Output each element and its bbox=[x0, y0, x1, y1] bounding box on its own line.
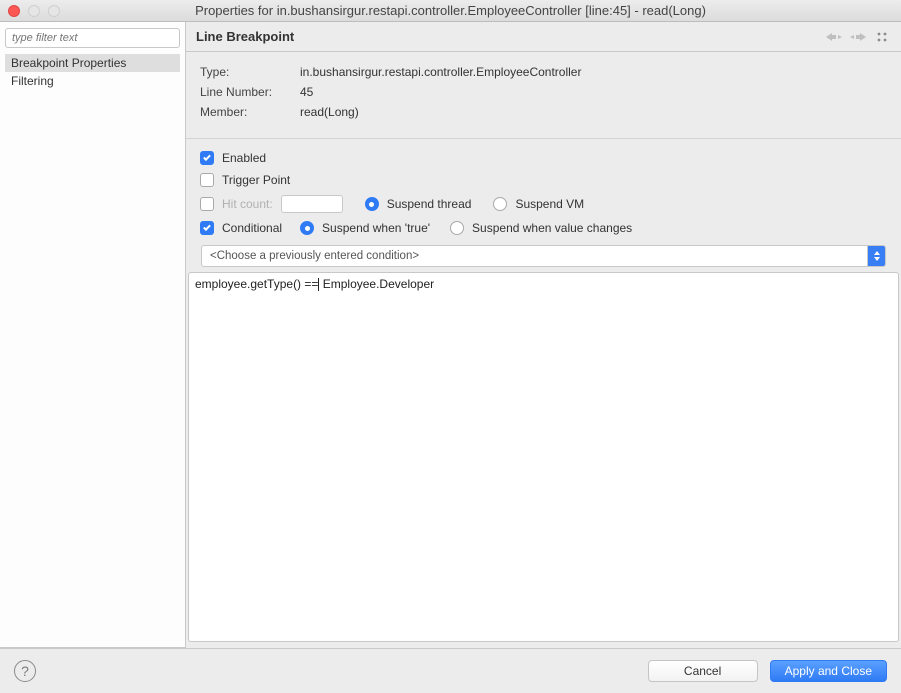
suspend-true-label: Suspend when 'true' bbox=[322, 221, 430, 235]
condition-code-post: Employee.Developer bbox=[319, 277, 434, 291]
suspend-thread-label: Suspend thread bbox=[387, 197, 472, 211]
filter-input[interactable] bbox=[5, 28, 180, 48]
hit-count-label: Hit count: bbox=[222, 197, 273, 211]
window-controls bbox=[8, 5, 60, 17]
suspend-vm-label: Suspend VM bbox=[515, 197, 584, 211]
minimize-window-button[interactable] bbox=[28, 5, 40, 17]
dialog-footer: ? Cancel Apply and Close bbox=[0, 649, 901, 693]
suspend-change-radio[interactable] bbox=[450, 221, 464, 235]
sidebar-item-filtering[interactable]: Filtering bbox=[5, 72, 180, 90]
window-titlebar: Properties for in.bushansirgur.restapi.c… bbox=[0, 0, 901, 22]
help-button[interactable]: ? bbox=[14, 660, 36, 682]
conditional-checkbox[interactable] bbox=[200, 221, 214, 235]
cancel-button[interactable]: Cancel bbox=[648, 660, 758, 682]
suspend-vm-radio[interactable] bbox=[493, 197, 507, 211]
line-number-label: Line Number: bbox=[200, 82, 290, 102]
nav-back-button[interactable] bbox=[825, 28, 843, 46]
condition-code-input[interactable]: employee.getType() == Employee.Developer bbox=[188, 272, 899, 642]
zoom-window-button[interactable] bbox=[48, 5, 60, 17]
suspend-change-label: Suspend when value changes bbox=[472, 221, 632, 235]
page-title: Line Breakpoint bbox=[196, 29, 825, 44]
condition-history-value: <Choose a previously entered condition> bbox=[202, 250, 867, 262]
enabled-label: Enabled bbox=[222, 151, 266, 165]
hit-count-input[interactable] bbox=[281, 195, 343, 213]
close-window-button[interactable] bbox=[8, 5, 20, 17]
trigger-point-label: Trigger Point bbox=[222, 173, 290, 187]
conditional-label: Conditional bbox=[222, 221, 282, 235]
type-value: in.bushansirgur.restapi.controller.Emplo… bbox=[300, 62, 581, 82]
member-label: Member: bbox=[200, 102, 290, 122]
suspend-true-radio[interactable] bbox=[300, 221, 314, 235]
condition-history-combo[interactable]: <Choose a previously entered condition> bbox=[201, 245, 886, 267]
properties-sidebar: Breakpoint Properties Filtering bbox=[0, 22, 186, 648]
line-number-value: 45 bbox=[300, 82, 313, 102]
sidebar-item-breakpoint-properties[interactable]: Breakpoint Properties bbox=[5, 54, 180, 72]
nav-forward-button[interactable] bbox=[849, 28, 867, 46]
content-panel: Line Breakpoint bbox=[186, 22, 901, 648]
condition-code-pre: employee.getType() == bbox=[195, 277, 318, 291]
view-menu-button[interactable] bbox=[873, 28, 891, 46]
suspend-thread-radio[interactable] bbox=[365, 197, 379, 211]
combo-stepper-icon bbox=[867, 246, 885, 266]
window-title: Properties for in.bushansirgur.restapi.c… bbox=[8, 3, 893, 18]
trigger-point-checkbox[interactable] bbox=[200, 173, 214, 187]
type-label: Type: bbox=[200, 62, 290, 82]
member-value: read(Long) bbox=[300, 102, 359, 122]
content-header: Line Breakpoint bbox=[186, 22, 901, 52]
hit-count-checkbox[interactable] bbox=[200, 197, 214, 211]
enabled-checkbox[interactable] bbox=[200, 151, 214, 165]
apply-and-close-button[interactable]: Apply and Close bbox=[770, 660, 887, 682]
breakpoint-properties-table: Type: in.bushansirgur.restapi.controller… bbox=[186, 52, 901, 139]
